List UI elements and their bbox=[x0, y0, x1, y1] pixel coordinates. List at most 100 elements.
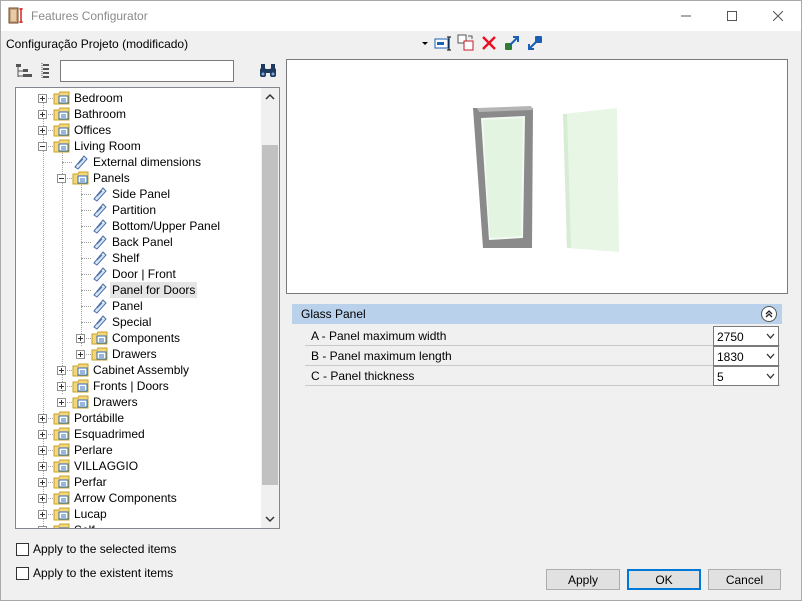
close-button[interactable] bbox=[755, 1, 801, 31]
tree-node-folder[interactable]: Esquadrimed bbox=[16, 426, 261, 442]
tree-node-feature[interactable]: Side Panel bbox=[16, 186, 261, 202]
property-group-header[interactable]: Glass Panel bbox=[292, 304, 782, 324]
tree-node-feature[interactable]: Panel bbox=[16, 298, 261, 314]
binoculars-search-icon[interactable] bbox=[259, 63, 277, 79]
tree-node-folder[interactable]: Offices bbox=[16, 122, 261, 138]
tree-node-folder[interactable]: Fronts | Doors bbox=[16, 378, 261, 394]
panel-thickness-select[interactable]: 5 bbox=[713, 366, 779, 386]
tree-node-folder[interactable]: Bathroom bbox=[16, 106, 261, 122]
folder-icon bbox=[53, 443, 70, 457]
expand-toggle-icon[interactable] bbox=[57, 366, 66, 375]
tree-node-folder[interactable]: Perfar bbox=[16, 474, 261, 490]
expand-toggle-icon[interactable] bbox=[38, 430, 47, 439]
tree-node-folder[interactable]: Lucap bbox=[16, 506, 261, 522]
tree-node-feature[interactable]: Door | Front bbox=[16, 266, 261, 282]
collapse-group-button[interactable] bbox=[761, 306, 777, 322]
apply-button[interactable]: Apply bbox=[546, 569, 620, 590]
property-row-panel-thickness: C - Panel thickness 5 bbox=[305, 366, 780, 386]
expand-toggle-icon[interactable] bbox=[38, 526, 47, 528]
folder-icon bbox=[53, 491, 70, 505]
expand-toggle-icon[interactable] bbox=[38, 446, 47, 455]
scroll-down-button[interactable] bbox=[261, 511, 279, 528]
configuration-dropdown-arrow-icon[interactable] bbox=[420, 38, 430, 48]
cancel-button[interactable]: Cancel bbox=[708, 569, 781, 590]
delete-configuration-icon[interactable] bbox=[480, 34, 498, 52]
tree-node-folder[interactable]: Arrow Components bbox=[16, 490, 261, 506]
expand-toggle-icon[interactable] bbox=[38, 510, 47, 519]
tree-node-folder[interactable]: Drawers bbox=[16, 346, 261, 362]
tree-connector bbox=[81, 242, 91, 243]
features-tree[interactable]: Bedroom Bathroom Offices Living Room Externa… bbox=[15, 87, 280, 529]
tree-node-label: Shelf bbox=[112, 251, 140, 265]
title-bar: Features Configurator bbox=[1, 1, 801, 31]
tree-node-feature[interactable]: Panel for Doors bbox=[16, 282, 261, 298]
close-icon bbox=[773, 11, 783, 21]
tree-node-feature[interactable]: Partition bbox=[16, 202, 261, 218]
tree-node-label: Components bbox=[112, 331, 181, 345]
tree-node-folder[interactable]: Portábille bbox=[16, 410, 261, 426]
expand-toggle-icon[interactable] bbox=[76, 334, 85, 343]
folder-icon bbox=[53, 507, 70, 521]
scroll-up-button[interactable] bbox=[261, 88, 279, 105]
tree-node-folder[interactable]: Cabinet Assembly bbox=[16, 362, 261, 378]
tree-node-feature[interactable]: Shelf bbox=[16, 250, 261, 266]
tree-node-folder[interactable]: Panels bbox=[16, 170, 261, 186]
tree-search-input[interactable] bbox=[60, 60, 234, 82]
export-configuration-icon[interactable] bbox=[526, 34, 544, 52]
folder-icon bbox=[53, 123, 70, 137]
tree-node-folder[interactable]: Living Room bbox=[16, 138, 261, 154]
apply-selected-label[interactable]: Apply to the selected items bbox=[33, 542, 176, 556]
tree-node-folder[interactable]: Bedroom bbox=[16, 90, 261, 106]
tree-node-label: Lucap bbox=[74, 507, 107, 521]
panel-max-width-select[interactable]: 2750 bbox=[713, 326, 779, 346]
preview-3d-viewport[interactable] bbox=[286, 59, 788, 294]
tree-node-feature[interactable]: Bottom/Upper Panel bbox=[16, 218, 261, 234]
panel-max-length-select[interactable]: 1830 bbox=[713, 346, 779, 366]
property-value: 5 bbox=[717, 370, 724, 384]
expand-toggle-icon[interactable] bbox=[38, 110, 47, 119]
tree-vertical-scrollbar[interactable] bbox=[261, 88, 279, 528]
scroll-thumb[interactable] bbox=[262, 145, 278, 485]
collapse-all-icon[interactable] bbox=[38, 62, 56, 80]
expand-toggle-icon[interactable] bbox=[38, 414, 47, 423]
tree-node-label: Bathroom bbox=[74, 107, 127, 121]
expand-toggle-icon[interactable] bbox=[38, 462, 47, 471]
feature-icon bbox=[93, 267, 107, 282]
tree-node-feature[interactable]: External dimensions bbox=[16, 154, 261, 170]
apply-existent-checkbox[interactable] bbox=[16, 567, 29, 580]
expand-all-icon[interactable] bbox=[15, 62, 33, 80]
expand-toggle-icon[interactable] bbox=[38, 494, 47, 503]
tree-node-label: Perfar bbox=[74, 475, 107, 489]
folder-icon bbox=[53, 459, 70, 473]
rename-configuration-icon[interactable] bbox=[434, 34, 452, 52]
minimize-button[interactable] bbox=[663, 1, 709, 31]
tree-node-label: Drawers bbox=[93, 395, 138, 409]
apply-selected-checkbox[interactable] bbox=[16, 543, 29, 556]
app-icon bbox=[8, 7, 23, 24]
expand-toggle-icon[interactable] bbox=[38, 126, 47, 135]
expand-toggle-icon[interactable] bbox=[38, 478, 47, 487]
ok-button[interactable]: OK bbox=[627, 569, 701, 590]
tree-node-folder[interactable]: Components bbox=[16, 330, 261, 346]
tree-node-folder[interactable]: Perlare bbox=[16, 442, 261, 458]
apply-existent-label[interactable]: Apply to the existent items bbox=[33, 566, 173, 580]
import-configuration-icon[interactable] bbox=[503, 34, 521, 52]
tree-connector bbox=[81, 194, 91, 195]
tree-node-folder[interactable]: Drawers bbox=[16, 394, 261, 410]
collapse-toggle-icon[interactable] bbox=[57, 174, 66, 183]
collapse-toggle-icon[interactable] bbox=[38, 142, 47, 151]
maximize-button[interactable] bbox=[709, 1, 755, 31]
tree-node-folder[interactable]: VILLAGGIO bbox=[16, 458, 261, 474]
tree-node-label: Back Panel bbox=[112, 235, 173, 249]
tree-node-feature[interactable]: Back Panel bbox=[16, 234, 261, 250]
expand-toggle-icon[interactable] bbox=[57, 398, 66, 407]
tree-node-feature[interactable]: Special bbox=[16, 314, 261, 330]
copy-configuration-icon[interactable] bbox=[457, 34, 475, 52]
expand-toggle-icon[interactable] bbox=[57, 382, 66, 391]
chevron-down-icon bbox=[766, 333, 775, 339]
expand-toggle-icon[interactable] bbox=[76, 350, 85, 359]
tree-node-folder[interactable]: Self bbox=[16, 522, 261, 528]
folder-icon bbox=[53, 107, 70, 121]
expand-toggle-icon[interactable] bbox=[38, 94, 47, 103]
feature-icon bbox=[93, 315, 107, 330]
